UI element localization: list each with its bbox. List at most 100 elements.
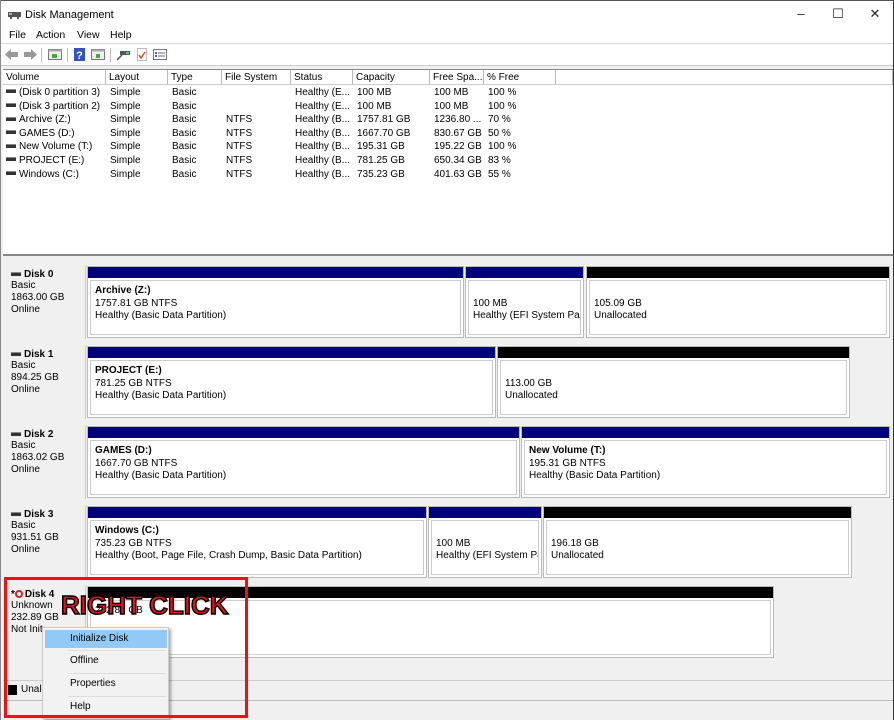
cell-text: Healthy (B... [295,155,351,166]
menu-item-help[interactable]: Help [45,698,167,716]
volume-row[interactable]: PROJECT (E:) Simple Basic NTFS Healthy (B...… [3,154,893,168]
cell-text: Simple [110,141,141,153]
percent-free-cell: 70 % [488,113,511,126]
unallocated-partition[interactable]: 196.18 GB Unallocated [543,506,852,578]
cell-text: New Volume (T:) [19,141,93,153]
cell-text: 195.31 GB [357,141,405,153]
disk-error-icon [14,590,23,598]
partition-color-bar [498,347,849,358]
volume-row[interactable]: Windows (C:) Simple Basic NTFS Healthy (B...… [3,168,893,182]
cell-text: Healthy (E... [295,87,351,98]
type-cell: Basic [172,127,196,140]
menu-item-offline[interactable]: Offline [45,652,167,670]
unallocated-partition[interactable]: 105.09 GB Unallocated [586,266,890,338]
show-hide-console-tree-icon[interactable] [48,48,62,61]
close-button[interactable]: ✕ [860,5,890,25]
menu-item-initialize-disk[interactable]: Initialize Disk [45,630,167,648]
column-header-volume[interactable]: Volume [3,70,106,85]
free-space-cell: 830.67 GB [434,127,482,140]
partition[interactable]: GAMES (D:) 1667.70 GB NTFS Healthy (Basic … [87,426,520,498]
volume-row[interactable]: Archive (Z:) Simple Basic NTFS Healthy (B...… [3,113,893,127]
disk-size: 894.25 GB [11,372,59,383]
volume-cell: (Disk 3 partition 2) [6,100,100,113]
partition-body: PROJECT (E:) 781.25 GB NTFS Healthy (Basic… [90,360,493,415]
checklist-icon[interactable] [135,48,149,61]
cell-text: Basic [172,114,197,126]
window-title: Disk Management [25,9,114,21]
column-header-status[interactable]: Status [291,70,353,85]
type-cell: Basic [172,168,196,181]
show-hide-action-pane-icon[interactable] [91,48,105,61]
menu-help[interactable]: Help [110,29,132,41]
volume-row[interactable]: (Disk 0 partition 3) Simple Basic Healthy (… [3,86,893,100]
cell-text: NTFS [226,127,253,139]
unallocated-legend-label: Unall [21,684,44,695]
connect-disk-icon[interactable] [116,48,130,61]
partition[interactable]: Windows (C:) 735.23 GB NTFS Healthy (Boot,… [87,506,427,578]
partition-line1: 735.23 GB NTFS [95,537,172,549]
disk-label-2[interactable]: Disk 2 Basic 1863.02 GB Online [6,425,86,499]
partition-line1: 1667.70 GB NTFS [95,457,178,469]
menu-action[interactable]: Action [36,29,65,41]
menu-bar: File Action View Help [1,28,893,44]
status-cell: Healthy (B... [295,140,350,153]
back-arrow-icon[interactable] [5,48,19,61]
column-header-capacity[interactable]: Capacity [353,70,430,85]
volume-row[interactable]: New Volume (T:) Simple Basic NTFS Healthy (B… [3,140,893,154]
partition[interactable]: 100 MB Healthy (EFI System Part [428,506,542,578]
help-icon[interactable]: ? [73,48,87,61]
column-header-percent-free[interactable]: % Free [484,70,556,85]
cell-text: PROJECT (E:) [19,155,85,166]
volume-row[interactable]: (Disk 3 partition 2) Simple Basic Healthy (… [3,100,893,114]
menu-item-properties[interactable]: Properties [45,675,167,693]
cell-text: 781.25 GB [357,155,405,166]
status-cell: Healthy (B... [295,127,350,140]
type-cell: Basic [172,100,196,113]
disk-size: 1863.00 GB [11,292,65,303]
partition[interactable]: Archive (Z:) 1757.81 GB NTFS Healthy (Basi… [87,266,464,338]
cell-text: Basic [172,100,197,112]
toolbar-separator [67,48,68,62]
context-menu: Initialize Disk Offline Properties Help [42,627,169,719]
disk-label-3[interactable]: Disk 3 Basic 931.51 GB Online [6,505,86,579]
cell-text: Healthy (B... [295,114,351,126]
unallocated-partition[interactable]: 113.00 GB Unallocated [497,346,850,418]
menu-view[interactable]: View [77,29,100,41]
type-cell: Basic [172,113,196,126]
disk-name-text: Disk 2 [24,429,54,440]
disk-label-1[interactable]: Disk 1 Basic 894.25 GB Online [6,345,86,419]
volume-row[interactable]: GAMES (D:) Simple Basic NTFS Healthy (B... 16… [3,127,893,141]
minimize-button[interactable]: – [786,5,816,25]
disk-size: 1863.02 GB [11,452,65,463]
svg-text:?: ? [76,50,83,61]
column-header-layout[interactable]: Layout [106,70,168,85]
column-header-type[interactable]: Type [168,70,222,85]
partition-body: 100 MB Healthy (EFI System Partit [468,280,581,335]
type-cell: Basic [172,140,196,153]
column-header-free-space[interactable]: Free Spa... [430,70,484,85]
capacity-cell: 1757.81 GB [357,113,410,126]
maximize-button[interactable]: ☐ [823,5,853,25]
toolbar-separator [41,48,42,62]
disk-type: Basic [11,360,36,371]
cell-text: 100 MB [434,100,469,112]
menu-separator [68,650,165,651]
capacity-cell: 195.31 GB [357,140,405,153]
disk-icon [11,432,21,437]
column-header-file-system[interactable]: File System [222,70,291,85]
capacity-cell: 1667.70 GB [357,127,410,140]
forward-arrow-icon[interactable] [23,48,37,61]
partition-body: 196.18 GB Unallocated [546,520,849,575]
partition-line1: 781.25 GB NTFS [95,377,172,389]
partition-line1: 113.00 GB [505,377,553,389]
volume-cell: New Volume (T:) [6,140,92,153]
partition[interactable]: 100 MB Healthy (EFI System Partit [465,266,584,338]
partition-color-bar [88,427,519,438]
partition-line2: Healthy (Basic Data Partition) [95,470,227,481]
menu-file[interactable]: File [9,29,26,41]
partition[interactable]: PROJECT (E:) 781.25 GB NTFS Healthy (Basic… [87,346,496,418]
properties-icon[interactable] [153,48,167,61]
partition[interactable]: New Volume (T:) 195.31 GB NTFS Healthy (Ba… [521,426,890,498]
disk-label-0[interactable]: Disk 0 Basic 1863.00 GB Online [6,265,86,339]
